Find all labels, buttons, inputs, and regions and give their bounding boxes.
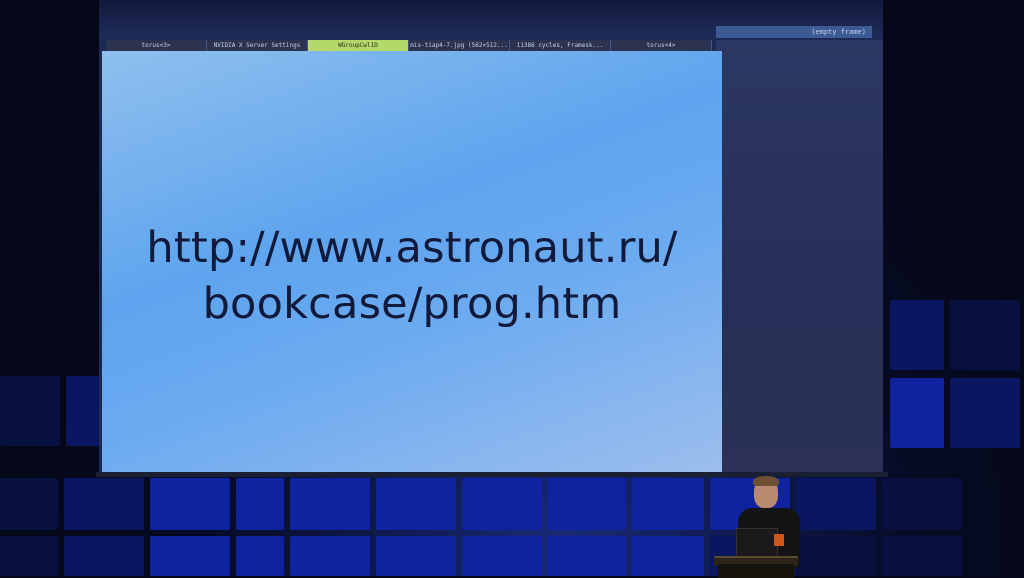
speaker-hair bbox=[753, 476, 779, 486]
window-tab-bar: torus<3> NVIDIA X Server Settings WGroup… bbox=[106, 40, 712, 51]
backdrop-tile-row bbox=[0, 478, 1024, 530]
tab-image-file[interactable]: mis-tiap4-7.jpg (562×512... bbox=[409, 40, 510, 51]
empty-frame-pane[interactable] bbox=[716, 40, 883, 472]
laptop bbox=[736, 528, 778, 558]
slide-url-line-2: bookcase/prog.htm bbox=[202, 279, 622, 329]
tab-torus-3[interactable]: torus<3> bbox=[106, 40, 207, 51]
backdrop-tile-row bbox=[890, 378, 1024, 448]
slide-url-line-1: http://www.astronaut.ru/ bbox=[146, 223, 678, 273]
tab-wgroup-active[interactable]: WGroupCwl1D bbox=[308, 40, 409, 51]
tab-torus-4[interactable]: torus<4> bbox=[611, 40, 712, 51]
tab-cycles[interactable]: 11386 cycles, Framesk... bbox=[510, 40, 611, 51]
backdrop-tile-row bbox=[0, 536, 1024, 576]
empty-frame-label: (empty frame) bbox=[716, 26, 872, 38]
projection-screen: (empty frame) torus<3> NVIDIA X Server S… bbox=[99, 0, 883, 474]
tab-nvidia-settings[interactable]: NVIDIA X Server Settings bbox=[207, 40, 308, 51]
backdrop-tile-row bbox=[890, 300, 1024, 370]
speaker bbox=[714, 474, 810, 578]
laptop-sticker bbox=[774, 534, 784, 546]
slide-content: http://www.astronaut.ru/ bookcase/prog.h… bbox=[102, 51, 722, 472]
